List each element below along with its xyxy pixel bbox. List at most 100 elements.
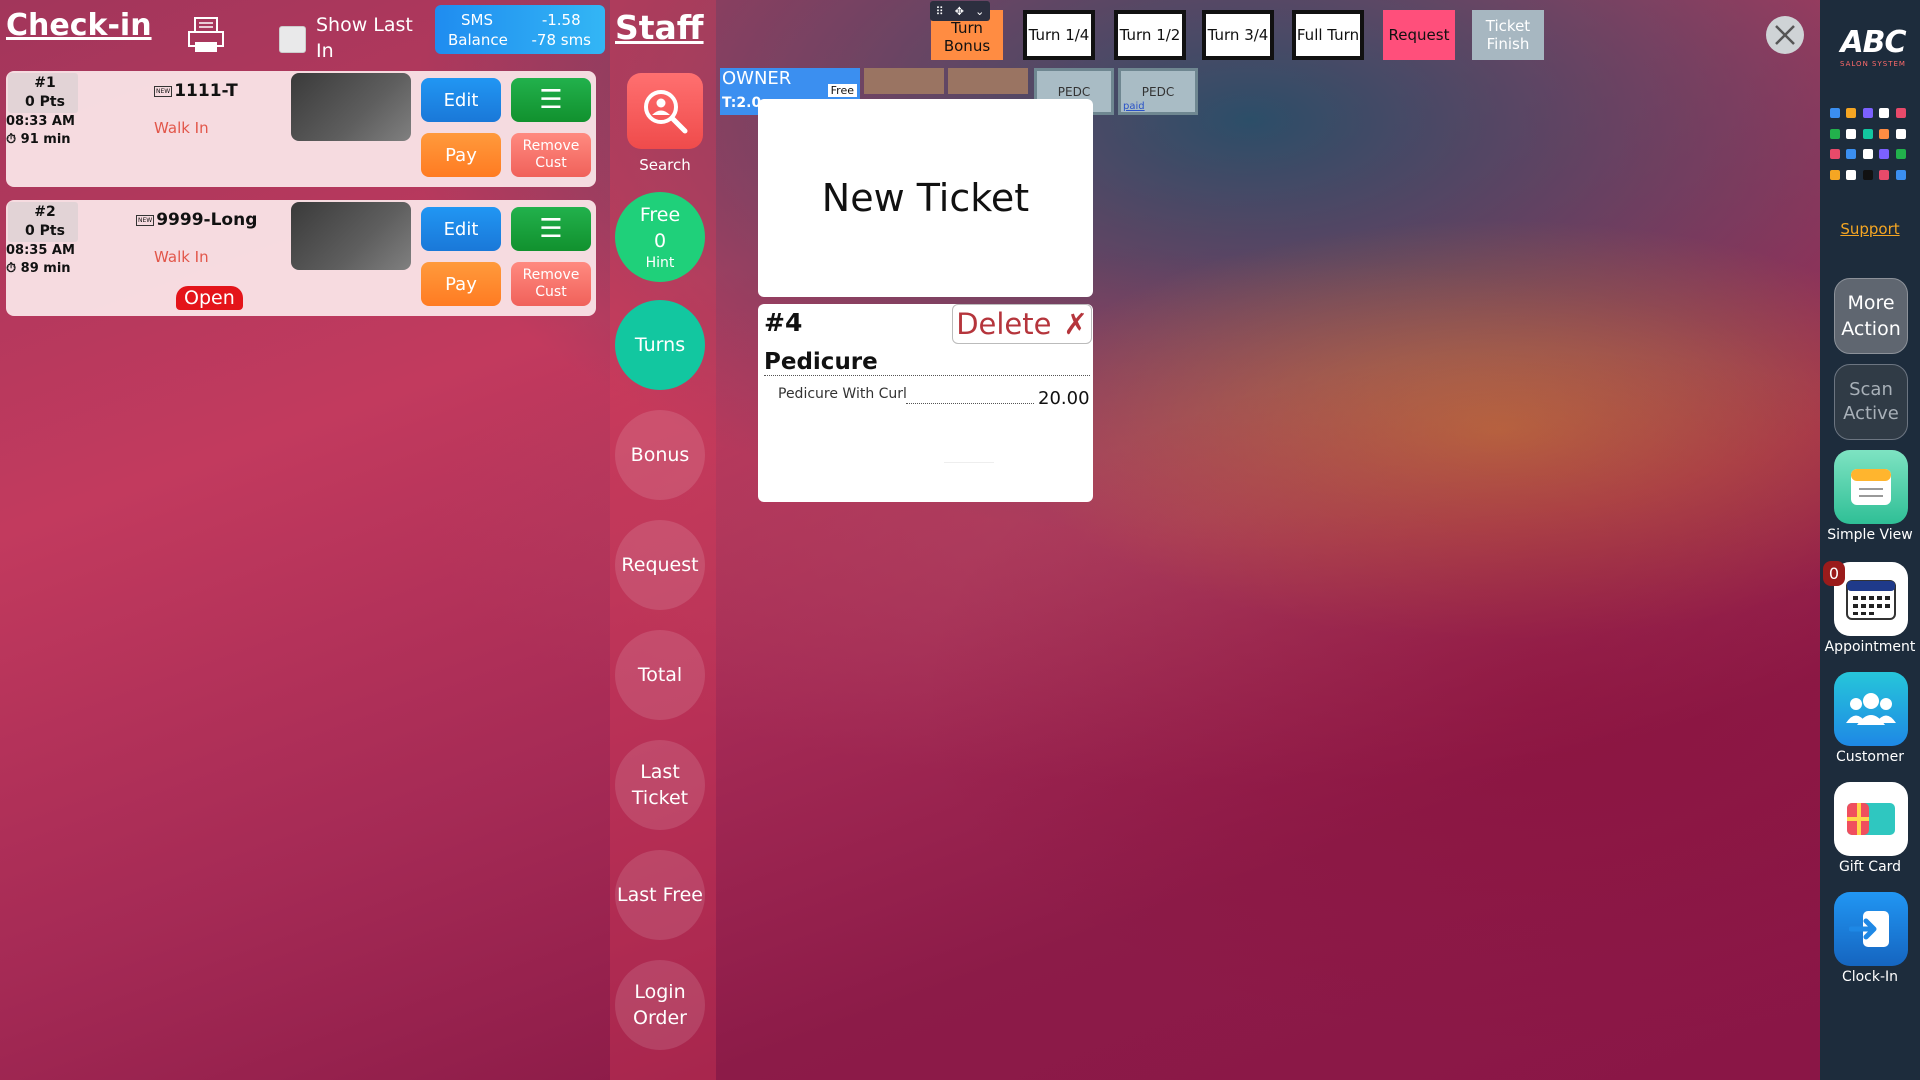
staff-tile-label: PEDC — [1141, 85, 1175, 99]
gift-card-icon[interactable] — [1834, 782, 1908, 856]
checkin-time-label: 08:33 AM — [6, 114, 75, 129]
toolbar-handle[interactable]: ⠿ ✥ ⌄ — [930, 1, 990, 21]
scan-active-button[interactable]: Scan Active — [1834, 364, 1908, 440]
points-label: 0 Pts — [25, 223, 65, 239]
request-turn-button[interactable]: Request — [1383, 10, 1455, 60]
checkin-time-label: 08:35 AM — [6, 243, 75, 258]
free-label: Free — [639, 204, 681, 226]
delete-icon: ✗ — [1063, 307, 1088, 341]
show-last-in-checkbox[interactable] — [279, 26, 306, 53]
staff-tile[interactable] — [948, 68, 1028, 94]
search-icon — [644, 90, 688, 134]
checkin-title[interactable]: Check-in — [6, 8, 152, 43]
request-button[interactable]: Request — [615, 520, 705, 610]
customer-name-text: 9999-Long — [156, 210, 258, 230]
sms-balance-label: SMS Balance — [448, 11, 508, 49]
customer-name-text: 1111-T — [174, 81, 238, 101]
hint-label: Hint — [645, 255, 675, 271]
ticket-finish-button[interactable]: Ticket Finish — [1472, 10, 1544, 60]
wait-duration: ⏱ 89 min — [6, 261, 71, 276]
staff-status-badge: Free — [827, 84, 857, 97]
customer-name: NEW 9999-Long — [136, 210, 257, 230]
menu-icon[interactable]: ☰ — [511, 207, 591, 251]
new-customer-icon: NEW — [154, 85, 173, 97]
printer-icon[interactable] — [186, 16, 226, 56]
grid-icon: ⠿ — [935, 4, 944, 18]
new-customer-icon: NEW — [136, 214, 155, 226]
staff-turn-count: T:2.0 — [722, 95, 762, 111]
abc-logo: ABC SALON SYSTEM — [1828, 28, 1918, 74]
ticket-number: #4 — [764, 308, 803, 337]
customer-icon[interactable] — [1834, 672, 1908, 746]
delete-label: Delete — [956, 307, 1052, 341]
checkin-time: 08:35 AM ⏱ 89 min — [6, 242, 75, 278]
last-ticket-button[interactable]: Last Ticket — [615, 740, 705, 830]
full-turn-button[interactable]: Full Turn — [1292, 10, 1364, 60]
staff-tile-pedc[interactable]: PEDC paid — [1118, 68, 1198, 115]
turn-half-button[interactable]: Turn 1/2 — [1114, 10, 1186, 60]
queue-number: #1 0 Pts — [6, 74, 84, 112]
logo-subtext: SALON SYSTEM — [1840, 60, 1906, 68]
service-leader-line — [906, 403, 1034, 404]
checkin-card[interactable]: #2 0 Pts 08:35 AM ⏱ 89 min NEW 9999-Long … — [6, 200, 596, 316]
simple-view-icon[interactable] — [1834, 450, 1908, 524]
close-button[interactable] — [1766, 16, 1804, 54]
bonus-button[interactable]: Bonus — [615, 410, 705, 500]
sms-balance-amount: -1.58 — [541, 11, 581, 29]
gift-card-label: Gift Card — [1838, 859, 1902, 875]
checkin-card[interactable]: #1 0 Pts 08:33 AM ⏱ 91 min NEW 1111-T Wal… — [6, 71, 596, 187]
checkin-time: 08:33 AM ⏱ 91 min — [6, 113, 75, 149]
queue-number: #2 0 Pts — [6, 203, 84, 241]
show-last-in-label: Show Last In — [316, 14, 413, 62]
points-label: 0 Pts — [25, 94, 65, 110]
wait-duration: ⏱ 91 min — [6, 132, 71, 147]
customer-source: Walk In — [154, 248, 209, 266]
search-label: Search — [639, 156, 691, 174]
pay-button[interactable]: Pay — [421, 133, 501, 177]
queue-number-label: #1 — [34, 75, 56, 91]
sms-balance-box[interactable]: SMS Balance -1.58 -78 sms — [435, 5, 605, 54]
paid-link[interactable]: paid — [1123, 101, 1145, 112]
turn-three-quarter-button[interactable]: Turn 3/4 — [1202, 10, 1274, 60]
remove-customer-button[interactable]: Remove Cust — [511, 133, 591, 177]
customer-label: Customer — [1835, 749, 1904, 765]
clock-in-icon[interactable] — [1834, 892, 1908, 966]
free-count: 0 — [653, 230, 667, 252]
support-link[interactable]: Support — [1820, 220, 1920, 238]
service-item-name[interactable]: Pedicure With Curl — [778, 386, 907, 402]
appointment-count-badge: 0 — [1823, 561, 1845, 586]
appointment-icon[interactable] — [1834, 562, 1908, 636]
pay-button[interactable]: Pay — [421, 262, 501, 306]
remove-customer-button[interactable]: Remove Cust — [511, 262, 591, 306]
appointment-label: Appointment — [1824, 639, 1916, 655]
turns-button[interactable]: Turns — [615, 300, 705, 390]
delete-ticket-button[interactable]: Delete ✗ — [952, 304, 1092, 344]
ticket-card[interactable]: #4 Delete ✗ Pedicure Pedicure With Curl … — [758, 304, 1093, 502]
staff-tile-label: PEDC — [1057, 85, 1091, 99]
service-item-price[interactable]: 20.00 — [1038, 388, 1090, 409]
simple-view-label: Simple View — [1827, 527, 1913, 543]
staff-title[interactable]: Staff — [615, 8, 704, 47]
total-button[interactable]: Total — [615, 630, 705, 720]
move-icon: ✥ — [954, 4, 965, 18]
staff-search-button[interactable] — [627, 73, 703, 149]
menu-icon[interactable]: ☰ — [511, 78, 591, 122]
edit-button[interactable]: Edit — [421, 78, 501, 122]
service-category: Pedicure — [764, 349, 1090, 376]
divider — [944, 462, 994, 463]
app-grid-icon[interactable] — [1828, 106, 1910, 188]
logo-text: ABC — [1840, 25, 1906, 60]
new-ticket-button[interactable]: New Ticket — [758, 99, 1093, 297]
customer-name: NEW 1111-T — [154, 81, 238, 101]
last-free-button[interactable]: Last Free — [615, 850, 705, 940]
close-icon — [1775, 25, 1795, 45]
staff-tile[interactable] — [864, 68, 944, 94]
customer-source: Walk In — [154, 119, 209, 137]
clock-in-label: Clock-In — [1841, 969, 1899, 985]
more-action-button[interactable]: More Action — [1834, 278, 1908, 354]
free-button[interactable]: Free 0 Hint — [615, 192, 705, 282]
turn-quarter-button[interactable]: Turn 1/4 — [1023, 10, 1095, 60]
status-badge: Open — [176, 286, 243, 310]
login-order-button[interactable]: Login Order — [615, 960, 705, 1050]
edit-button[interactable]: Edit — [421, 207, 501, 251]
